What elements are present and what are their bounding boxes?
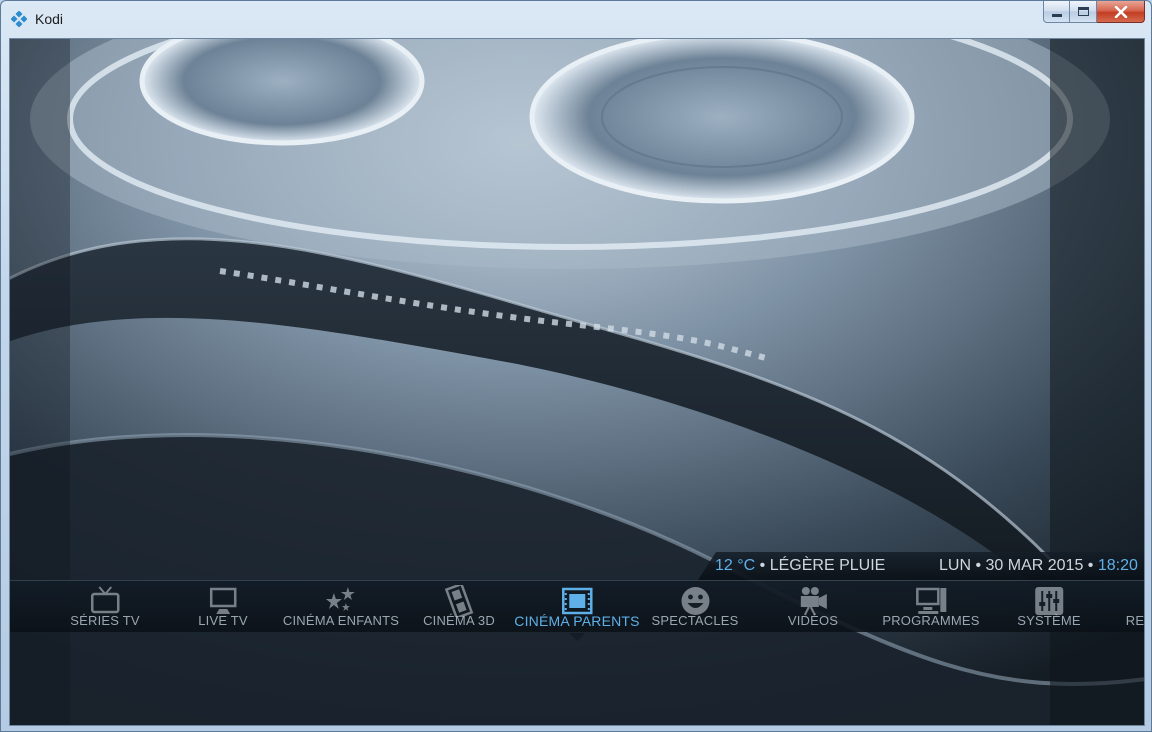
menu-item-systeme[interactable]: SYSTÈME (1017, 581, 1081, 633)
video-camera-icon (800, 587, 827, 616)
active-pointer (568, 633, 585, 641)
menu-item-series-tv[interactable]: SÉRIES TV (70, 581, 140, 633)
temperature: 12 °C (715, 557, 756, 574)
minimize-button[interactable] (1043, 1, 1070, 23)
kodi-logo-icon (11, 11, 27, 27)
home-menu: SÉRIES TV LIVE TV CINÉMA ENFANTS CINÉMA … (10, 580, 1144, 641)
menu-item-cinema-parents[interactable]: CINÉMA PARENTS (514, 581, 640, 641)
hidden-icon (1118, 585, 1144, 617)
weather-info: 12 °C • LÉGÈRE PLUIE (715, 557, 885, 575)
tv-icon (90, 586, 120, 614)
menu-item-spectacles[interactable]: SPECTACLES (651, 581, 738, 633)
sliders-icon (1035, 587, 1063, 615)
computer-icon (915, 587, 946, 614)
info-bar: 12 °C • LÉGÈRE PLUIE LUN • 30 MAR 2015 •… (10, 552, 1144, 580)
weather-separator: • (755, 557, 770, 574)
close-icon (1114, 5, 1127, 18)
monitor-icon (209, 587, 237, 614)
kodi-window: Kodi 12 °C • LÉGÈRE PLUIE LUN • 30 MAR 2… (0, 0, 1152, 732)
close-button[interactable] (1097, 1, 1145, 23)
weather-condition: LÉGÈRE PLUIE (769, 557, 886, 574)
menu-item-programmes[interactable]: PROGRAMMES (882, 581, 979, 633)
date-time: LUN • 30 MAR 2015 • 18:20 (939, 557, 1138, 575)
menu-item-cinema-enfants[interactable]: CINÉMA ENFANTS (283, 581, 399, 633)
menu-label: CINÉMA PARENTS (514, 613, 640, 629)
menu-item-live-tv[interactable]: LIVE TV (198, 581, 248, 633)
maximize-button[interactable] (1070, 1, 1097, 23)
time-separator: • (1083, 557, 1098, 574)
minimize-icon (1051, 14, 1062, 17)
kodi-client-area: 12 °C • LÉGÈRE PLUIE LUN • 30 MAR 2015 •… (9, 38, 1145, 726)
date-separator: • (971, 557, 986, 574)
window-title: Kodi (35, 11, 64, 27)
menu-item-cinema-3d[interactable]: CINÉMA 3D (423, 581, 495, 633)
maximize-icon (1077, 7, 1089, 16)
menu-item-videos[interactable]: VIDÉOS (788, 581, 838, 633)
menu-item-partial[interactable]: RE (1118, 581, 1144, 633)
film-strip-icon (444, 585, 474, 617)
day: LUN (939, 557, 972, 574)
date: 30 MAR 2015 (985, 557, 1084, 574)
stars-icon (326, 587, 355, 611)
clock: 18:20 (1097, 557, 1138, 574)
title-bar[interactable]: Kodi (1, 1, 1151, 37)
smiley-icon (680, 587, 709, 615)
